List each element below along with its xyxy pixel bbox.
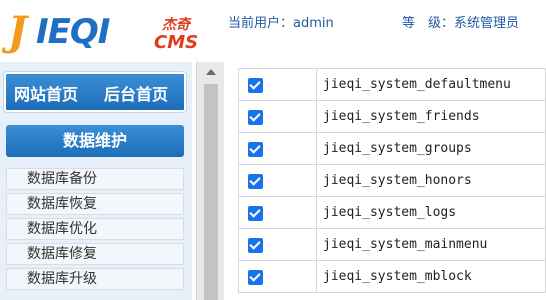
logo-cn: 杰奇 <box>162 17 190 33</box>
top-nav: 网站首页 后台首页 <box>3 71 187 113</box>
checkbox-cell <box>238 196 317 229</box>
header: J IEQI 杰奇 CMS 当前用户：admin 等 级：系统管理员 <box>0 0 546 60</box>
checkbox-cell <box>238 68 317 101</box>
logo-mark: J <box>8 8 27 55</box>
row-checkbox[interactable] <box>248 206 263 221</box>
admin-home-link[interactable]: 后台首页 <box>104 81 168 105</box>
row-checkbox[interactable] <box>248 174 263 189</box>
sidebar-menu: 数据库备份 数据库恢复 数据库优化 数据库修复 数据库升级 <box>6 168 184 293</box>
table-name: jieqi_system_mainmenu <box>316 228 546 261</box>
scrollbar[interactable] <box>196 62 224 300</box>
table-row: jieqi_system_mainmenu <box>238 228 546 261</box>
logo-cms: CMS <box>154 32 199 53</box>
tables-list: jieqi_system_defaultmenu jieqi_system_fr… <box>238 68 546 300</box>
section-title[interactable]: 数据维护 <box>6 125 184 157</box>
row-checkbox[interactable] <box>248 78 263 93</box>
table-row: jieqi_system_logs <box>238 196 546 229</box>
checkbox-cell <box>238 228 317 261</box>
current-user: 当前用户：admin <box>228 16 334 31</box>
table-row: jieqi_system_honors <box>238 164 546 197</box>
row-checkbox[interactable] <box>248 142 263 157</box>
sidebar-item-optimize[interactable]: 数据库优化 <box>6 218 184 240</box>
checkbox-cell <box>238 100 317 133</box>
row-checkbox[interactable] <box>248 110 263 125</box>
tables-table: jieqi_system_defaultmenu jieqi_system_fr… <box>238 68 546 293</box>
table-name: jieqi_system_mblock <box>316 260 546 293</box>
sidebar: 网站首页 后台首页 数据维护 数据库备份 数据库恢复 数据库优化 数据库修复 数… <box>0 62 192 300</box>
checkbox-cell <box>238 164 317 197</box>
row-checkbox[interactable] <box>248 270 263 285</box>
table-row: jieqi_system_groups <box>238 132 546 165</box>
sidebar-item-upgrade[interactable]: 数据库升级 <box>6 268 184 290</box>
scroll-up-arrow-icon[interactable] <box>206 69 216 75</box>
row-checkbox[interactable] <box>248 238 263 253</box>
user-level: 等 级：系统管理员 <box>402 16 520 31</box>
table-name: jieqi_system_honors <box>316 164 546 197</box>
logo-brand: IEQI <box>36 12 110 52</box>
sidebar-item-restore[interactable]: 数据库恢复 <box>6 193 184 215</box>
table-name: jieqi_system_friends <box>316 100 546 133</box>
site-home-link[interactable]: 网站首页 <box>14 81 78 105</box>
admin-page: J IEQI 杰奇 CMS 当前用户：admin 等 级：系统管理员 网站首页 … <box>0 0 546 300</box>
checkbox-cell <box>238 132 317 165</box>
checkbox-cell <box>238 260 317 293</box>
table-row: jieqi_system_defaultmenu <box>238 68 546 101</box>
table-row: jieqi_system_friends <box>238 100 546 133</box>
table-name: jieqi_system_defaultmenu <box>316 68 546 101</box>
sidebar-item-repair[interactable]: 数据库修复 <box>6 243 184 265</box>
table-name: jieqi_system_groups <box>316 132 546 165</box>
table-row: jieqi_system_mblock <box>238 260 546 293</box>
sidebar-item-backup[interactable]: 数据库备份 <box>6 168 184 190</box>
scroll-thumb[interactable] <box>204 84 218 300</box>
table-name: jieqi_system_logs <box>316 196 546 229</box>
logo: J IEQI 杰奇 CMS <box>8 8 208 60</box>
